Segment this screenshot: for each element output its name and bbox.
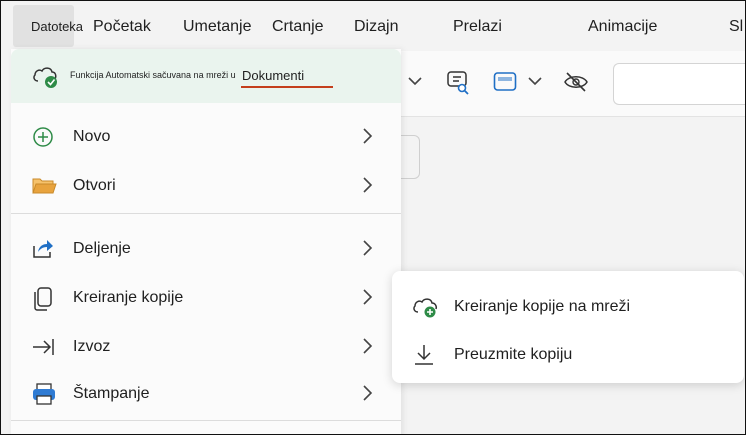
layout-icon[interactable]	[493, 71, 517, 98]
chevron-right-icon	[359, 126, 375, 146]
chevron-right-icon	[359, 287, 375, 307]
submenu-item-download-copy[interactable]: Preuzmite kopiju	[392, 331, 744, 379]
menu-item-export[interactable]: Izvoz	[11, 327, 401, 367]
share-icon	[31, 237, 55, 261]
chevron-right-icon	[359, 383, 375, 403]
chevron-right-icon	[359, 238, 375, 258]
menu-item-open[interactable]: Otvori	[11, 166, 401, 206]
menu-item-label: Izvoz	[73, 338, 111, 355]
chevron-right-icon	[359, 175, 375, 195]
chevron-right-icon	[359, 336, 375, 356]
menu-item-label: Kreiranje kopije	[73, 289, 184, 306]
export-icon	[31, 335, 55, 359]
tab-design[interactable]: Dizajn	[354, 18, 398, 36]
menu-item-label: Štampanje	[73, 385, 150, 402]
menu-item-label: Novo	[73, 128, 111, 145]
tab-file-label: Datoteka	[31, 19, 84, 34]
download-icon	[412, 343, 438, 367]
tab-draw[interactable]: Crtanje	[272, 18, 324, 36]
cloud-add-icon	[412, 295, 438, 319]
file-menu: Funkcija Automatski sačuvana na mreži u …	[11, 49, 401, 434]
new-icon	[31, 125, 55, 149]
menu-item-label: Otvori	[73, 177, 116, 194]
menu-item-save-copy[interactable]: Kreiranje kopije	[11, 278, 401, 318]
chevron-down-icon[interactable]	[527, 71, 543, 96]
tab-home[interactable]: Početak	[93, 18, 151, 36]
menu-item-new[interactable]: Novo	[11, 117, 401, 157]
ribbon-tabs: Datoteka Početak Umetanje Crtanje Dizajn…	[1, 1, 745, 51]
comment-search-icon[interactable]	[445, 69, 471, 100]
tab-file[interactable]: Datoteka	[13, 5, 83, 47]
ribbon-toolbar	[401, 51, 745, 117]
hide-icon[interactable]	[563, 71, 589, 98]
cloud-check-icon	[31, 63, 61, 94]
copy-icon	[31, 286, 55, 311]
autosave-location-link[interactable]: Dokumenti	[242, 68, 304, 83]
printer-icon	[31, 382, 55, 406]
autosave-text: Funkcija Automatski sačuvana na mreži u	[70, 70, 236, 80]
app-window: Datoteka Početak Umetanje Crtanje Dizajn…	[0, 0, 746, 435]
chevron-down-icon[interactable]	[407, 71, 423, 96]
toolbar-search-box[interactable]	[613, 63, 745, 105]
submenu-item-label: Kreiranje kopije na mreži	[454, 298, 631, 315]
tab-transitions[interactable]: Prelazi	[453, 18, 502, 36]
submenu-item-save-online-copy[interactable]: Kreiranje kopije na mreži	[392, 283, 744, 331]
folder-icon	[31, 174, 57, 198]
menu-item-share[interactable]: Deljenje	[11, 229, 401, 269]
menu-item-print[interactable]: Štampanje	[11, 374, 401, 414]
menu-item-label: Deljenje	[73, 240, 131, 257]
submenu-item-label: Preuzmite kopiju	[454, 346, 573, 363]
tab-slideshow[interactable]: Sl	[729, 18, 743, 36]
menu-divider	[11, 420, 401, 421]
menu-divider	[11, 213, 401, 214]
autosave-banner: Funkcija Automatski sačuvana na mreži u …	[11, 49, 401, 103]
location-underline	[241, 86, 333, 88]
tab-insert[interactable]: Umetanje	[183, 18, 251, 36]
tab-animations[interactable]: Animacije	[588, 18, 657, 36]
save-copy-submenu: Kreiranje kopije na mreži Preuzmite kopi…	[392, 271, 744, 383]
